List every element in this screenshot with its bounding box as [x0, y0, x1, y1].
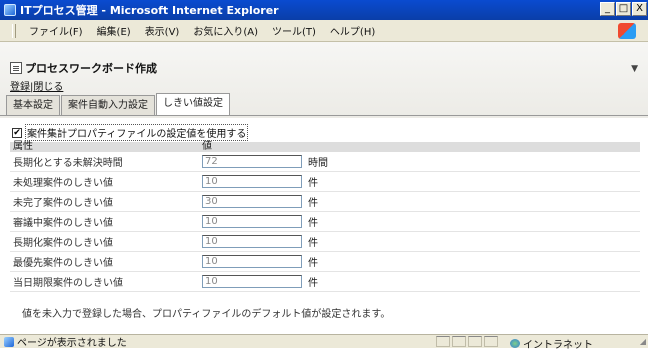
page-title-row: プロセスワークボード作成 [10, 60, 157, 76]
incomplete-threshold-input[interactable]: 30 [202, 195, 302, 208]
menu-view[interactable]: 表示(V) [138, 23, 187, 38]
maximize-button[interactable]: □ [616, 2, 631, 16]
security-zone: イントラネット [510, 336, 593, 351]
long-term-hours-input[interactable]: 72 [202, 155, 302, 168]
table-row: 審議中案件のしきい値 10 件 [10, 211, 640, 232]
register-link[interactable]: 登録 [10, 82, 30, 93]
menu-help[interactable]: ヘルプ(H) [323, 23, 382, 38]
use-property-file-label[interactable]: 案件集計プロパティファイルの設定値を使用する [25, 124, 249, 141]
status-pane [468, 336, 482, 347]
tab-basic-settings[interactable]: 基本設定 [6, 95, 60, 115]
status-pane [484, 336, 498, 347]
menu-edit[interactable]: 編集(E) [90, 23, 138, 38]
long-term-threshold-input[interactable]: 10 [202, 235, 302, 248]
tab-auto-input-settings[interactable]: 案件自動入力設定 [61, 95, 155, 115]
menu-bar: ファイル(F) 編集(E) 表示(V) お気に入り(A) ツール(T) ヘルプ(… [0, 20, 648, 42]
threshold-table: 属性 値 長期化とする未解決時間 72 時間 未処理案件のしきい値 10 件 未完了… [10, 142, 640, 292]
row-label: 長期化案件のしきい値 [10, 231, 199, 252]
app-icon [4, 4, 16, 16]
tab-threshold-settings[interactable]: しきい値設定 [156, 93, 230, 115]
row-value-cell: 30 件 [199, 191, 640, 212]
collapse-arrow-icon[interactable]: ▼ [631, 64, 638, 74]
row-value-cell: 10 件 [199, 231, 640, 252]
use-property-file-row: ✔ 案件集計プロパティファイルの設定値を使用する [12, 124, 249, 141]
status-text: ページが表示されました [17, 338, 127, 349]
unit-label: 件 [308, 178, 318, 189]
window-titlebar: ITプロセス管理 - Microsoft Internet Explorer _… [0, 0, 648, 20]
unit-label: 時間 [308, 158, 328, 169]
table-row: 当日期限案件のしきい値 10 件 [10, 271, 640, 292]
row-value-cell: 72 時間 [199, 152, 640, 172]
status-pane [452, 336, 466, 347]
table-row: 未完了案件のしきい値 30 件 [10, 191, 640, 212]
ie-logo-icon [618, 23, 636, 39]
tab-bar: 基本設定 案件自動入力設定 しきい値設定 [6, 93, 231, 115]
row-value-cell: 10 件 [199, 271, 640, 292]
page-header: プロセスワークボード作成 ▼ 登録|閉じる 基本設定 案件自動入力設定 しきい値… [0, 42, 648, 118]
menu-grip [12, 23, 16, 38]
row-label: 長期化とする未解決時間 [10, 152, 199, 172]
header-attribute: 属性 [10, 142, 199, 152]
top-priority-threshold-input[interactable]: 10 [202, 255, 302, 268]
unit-label: 件 [308, 198, 318, 209]
page-title: プロセスワークボード作成 [25, 62, 157, 75]
menu-file[interactable]: ファイル(F) [22, 23, 90, 38]
default-value-note: 値を未入力で登録した場合、プロパティファイルのデフォルト値が設定されます。 [22, 309, 391, 320]
window-title: ITプロセス管理 - Microsoft Internet Explorer [20, 4, 279, 17]
table-row: 長期化案件のしきい値 10 件 [10, 231, 640, 252]
table-row: 最優先案件のしきい値 10 件 [10, 251, 640, 272]
unit-label: 件 [308, 258, 318, 269]
close-link[interactable]: 閉じる [33, 82, 63, 93]
status-panes [436, 335, 500, 348]
under-review-threshold-input[interactable]: 10 [202, 215, 302, 228]
unit-label: 件 [308, 218, 318, 229]
row-value-cell: 10 件 [199, 211, 640, 232]
intranet-zone-icon [510, 339, 520, 348]
due-today-threshold-input[interactable]: 10 [202, 275, 302, 288]
row-label: 当日期限案件のしきい値 [10, 271, 199, 292]
document-icon [10, 62, 22, 74]
row-label: 未処理案件のしきい値 [10, 171, 199, 192]
row-value-cell: 10 件 [199, 251, 640, 272]
close-button[interactable]: X [632, 2, 647, 16]
table-header: 属性 値 [10, 142, 640, 152]
unit-label: 件 [308, 238, 318, 249]
menu-tools[interactable]: ツール(T) [265, 23, 323, 38]
table-row: 未処理案件のしきい値 10 件 [10, 171, 640, 192]
tab-divider [0, 115, 648, 116]
status-bar: ページが表示されました イントラネット ◢ [0, 334, 648, 351]
zone-label: イントラネット [523, 340, 593, 351]
unprocessed-threshold-input[interactable]: 10 [202, 175, 302, 188]
status-pane [436, 336, 450, 347]
row-label: 最優先案件のしきい値 [10, 251, 199, 272]
minimize-button[interactable]: _ [600, 2, 615, 16]
page-loaded-icon [4, 336, 14, 347]
header-value: 値 [199, 142, 640, 152]
action-links: 登録|閉じる [10, 78, 63, 93]
row-label: 未完了案件のしきい値 [10, 191, 199, 212]
use-property-file-checkbox[interactable]: ✔ [12, 127, 22, 138]
table-row: 長期化とする未解決時間 72 時間 [10, 152, 640, 172]
window-controls: _ □ X [600, 2, 647, 16]
row-label: 審議中案件のしきい値 [10, 211, 199, 232]
menu-favorites[interactable]: お気に入り(A) [186, 23, 265, 38]
unit-label: 件 [308, 278, 318, 289]
resize-grip-icon[interactable]: ◢ [640, 337, 646, 346]
row-value-cell: 10 件 [199, 171, 640, 192]
